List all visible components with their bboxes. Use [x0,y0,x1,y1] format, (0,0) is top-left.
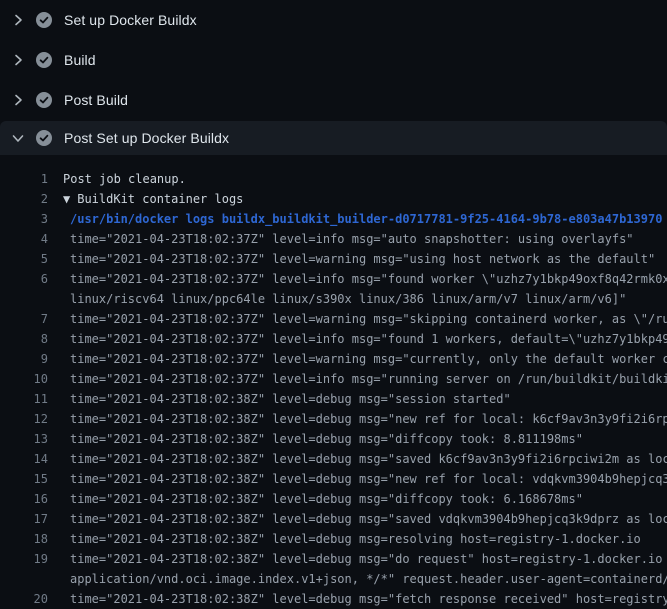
log-line[interactable]: application/vnd.oci.image.index.v1+json,… [0,569,667,589]
check-circle-icon [36,12,52,28]
chevron-right-icon[interactable] [10,92,26,108]
log-line[interactable]: 5 time="2021-04-23T18:02:37Z" level=warn… [0,249,667,269]
log-line-number: 13 [0,429,48,449]
log-line-text: time="2021-04-23T18:02:38Z" level=debug … [48,509,667,529]
log-line-number: 10 [0,369,48,389]
log-area: 1 Post job cleanup. 2 ▼BuildKit containe… [0,169,667,609]
log-line[interactable]: 15 time="2021-04-23T18:02:38Z" level=deb… [0,469,667,489]
log-line-text: ▼BuildKit container logs [48,189,243,209]
log-line-number: 1 [0,169,48,189]
log-line-text: /usr/bin/docker logs buildx_buildkit_bui… [48,209,662,229]
log-line-text: time="2021-04-23T18:02:38Z" level=debug … [48,469,667,489]
log-line-number: 11 [0,389,48,409]
log-line[interactable]: 14 time="2021-04-23T18:02:38Z" level=deb… [0,449,667,469]
log-line-number: 2 [0,189,48,209]
check-circle-icon [36,92,52,108]
log-line-text: time="2021-04-23T18:02:38Z" level=debug … [48,449,667,469]
log-line-number: 20 [0,589,48,609]
log-line[interactable]: 3 /usr/bin/docker logs buildx_buildkit_b… [0,209,667,229]
log-line[interactable]: 16 time="2021-04-23T18:02:38Z" level=deb… [0,489,667,509]
log-line-number: 8 [0,329,48,349]
step-header[interactable]: Post Set up Docker Buildx [0,121,667,155]
step-header[interactable]: Build [0,40,667,80]
log-line-number: 15 [0,469,48,489]
log-line-number: 12 [0,409,48,429]
log-line-text: time="2021-04-23T18:02:37Z" level=info m… [48,269,667,289]
step-header[interactable]: Post Build [0,80,667,120]
log-line-text: time="2021-04-23T18:02:38Z" level=debug … [48,429,583,449]
log-line-number: 4 [0,229,48,249]
log-line-text: time="2021-04-23T18:02:37Z" level=info m… [48,369,667,389]
log-line-text: time="2021-04-23T18:02:38Z" level=debug … [48,589,667,609]
log-line[interactable]: 12 time="2021-04-23T18:02:38Z" level=deb… [0,409,667,429]
log-line-number: 5 [0,249,48,269]
log-line[interactable]: 19 time="2021-04-23T18:02:38Z" level=deb… [0,549,667,569]
log-line-text: time="2021-04-23T18:02:37Z" level=warnin… [48,309,667,329]
log-line-number: 14 [0,449,48,469]
log-line-text: time="2021-04-23T18:02:37Z" level=warnin… [48,249,655,269]
check-circle-icon [36,52,52,68]
log-line-text: time="2021-04-23T18:02:38Z" level=debug … [48,389,511,409]
log-line-number: 17 [0,509,48,529]
log-line[interactable]: linux/riscv64 linux/ppc64le linux/s390x … [0,289,667,309]
log-line-number: 19 [0,549,48,569]
check-circle-icon [36,130,52,146]
log-line[interactable]: 2 ▼BuildKit container logs [0,189,667,209]
log-line-text: time="2021-04-23T18:02:38Z" level=debug … [48,549,667,569]
log-line-number: 6 [0,269,48,289]
step-title: Post Set up Docker Buildx [64,130,229,146]
step-header[interactable]: Set up Docker Buildx [0,0,667,40]
log-line-text: time="2021-04-23T18:02:37Z" level=info m… [48,329,667,349]
chevron-right-icon[interactable] [10,52,26,68]
step-title: Set up Docker Buildx [64,12,197,28]
step-list: Set up Docker Buildx Build P [0,0,667,155]
log-line[interactable]: 13 time="2021-04-23T18:02:38Z" level=deb… [0,429,667,449]
log-line-text: time="2021-04-23T18:02:38Z" level=debug … [48,529,641,549]
log-line[interactable]: 6 time="2021-04-23T18:02:37Z" level=info… [0,269,667,289]
log-line[interactable]: 7 time="2021-04-23T18:02:37Z" level=warn… [0,309,667,329]
log-line-text: time="2021-04-23T18:02:37Z" level=warnin… [48,349,667,369]
log-line-text: time="2021-04-23T18:02:37Z" level=info m… [48,229,634,249]
log-line[interactable]: 20 time="2021-04-23T18:02:38Z" level=deb… [0,589,667,609]
log-line-number: 7 [0,309,48,329]
log-line-number [0,569,48,589]
step-title: Build [64,52,96,68]
actions-log-viewer: { "theme": { "background": "#0b0e13", "e… [0,0,667,600]
log-line[interactable]: 10 time="2021-04-23T18:02:37Z" level=inf… [0,369,667,389]
log-line-number: 16 [0,489,48,509]
log-line-text: time="2021-04-23T18:02:38Z" level=debug … [48,409,667,429]
log-line-text: linux/riscv64 linux/ppc64le linux/s390x … [48,289,626,309]
log-line[interactable]: 11 time="2021-04-23T18:02:38Z" level=deb… [0,389,667,409]
log-line[interactable]: 8 time="2021-04-23T18:02:37Z" level=info… [0,329,667,349]
log-line[interactable]: 9 time="2021-04-23T18:02:37Z" level=warn… [0,349,667,369]
log-line[interactable]: 18 time="2021-04-23T18:02:38Z" level=deb… [0,529,667,549]
log-line-text: Post job cleanup. [48,169,186,189]
log-line-text: time="2021-04-23T18:02:38Z" level=debug … [48,489,583,509]
log-line-number: 18 [0,529,48,549]
log-line[interactable]: 1 Post job cleanup. [0,169,667,189]
log-line[interactable]: 4 time="2021-04-23T18:02:37Z" level=info… [0,229,667,249]
log-line-number: 9 [0,349,48,369]
chevron-down-icon[interactable] [10,130,26,146]
log-line-number: 3 [0,209,48,229]
log-line-text: application/vnd.oci.image.index.v1+json,… [48,569,667,589]
chevron-right-icon[interactable] [10,12,26,28]
group-collapse-triangle-icon[interactable]: ▼ [63,192,70,206]
log-line-number [0,289,48,309]
log-line[interactable]: 17 time="2021-04-23T18:02:38Z" level=deb… [0,509,667,529]
step-title: Post Build [64,92,128,108]
